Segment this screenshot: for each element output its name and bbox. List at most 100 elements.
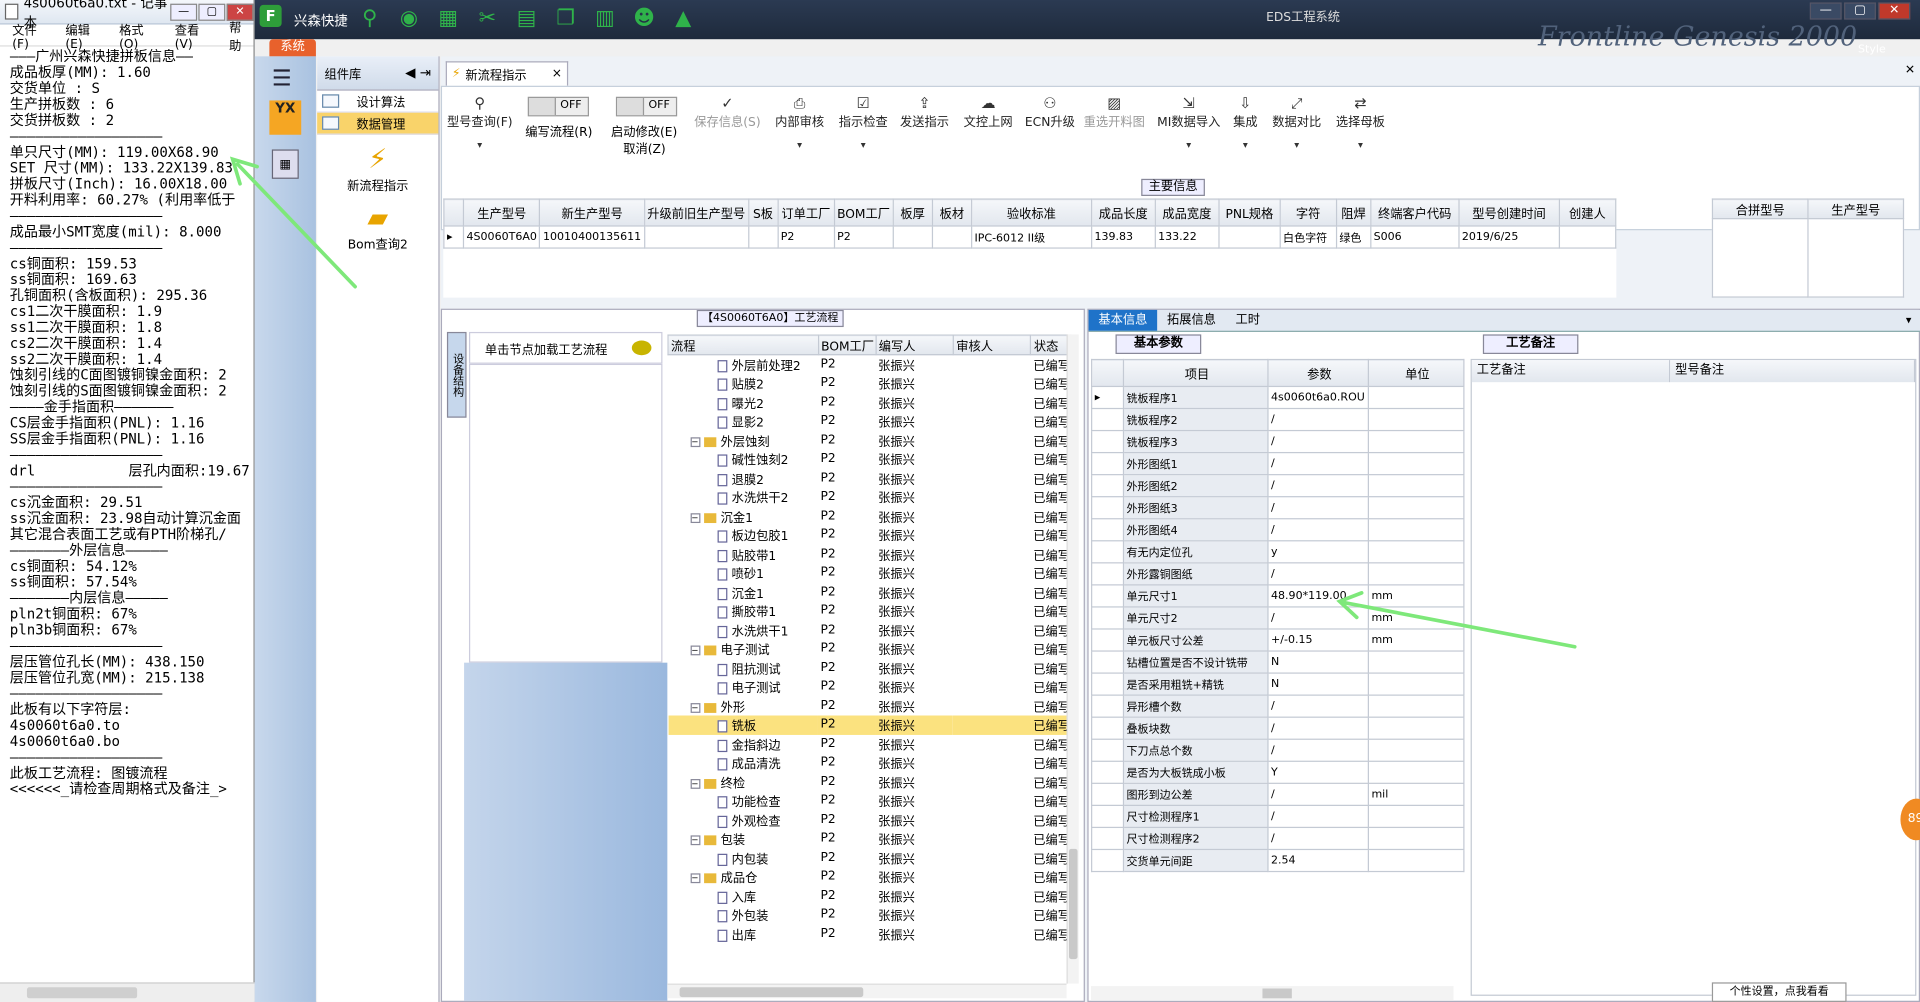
- flow-row[interactable]: − 沉金1 P2 张振兴 已编写: [668, 506, 1071, 525]
- param-row[interactable]: 单元板尺寸公差 +/-0.15 mm: [1091, 628, 1465, 652]
- col-writer[interactable]: 编写人: [875, 334, 954, 356]
- flow-row[interactable]: − 电子测试 P2 张振兴 已编写: [668, 639, 1071, 658]
- flow-row[interactable]: 出库 P2 张振兴 已编写: [668, 924, 1071, 943]
- calculator-icon[interactable]: ▦: [271, 149, 299, 179]
- param-value[interactable]: /: [1267, 694, 1369, 718]
- notepad-hscroll[interactable]: [0, 982, 255, 1002]
- grid-icon[interactable]: ▦: [433, 5, 462, 32]
- chevron-down-icon[interactable]: ▾: [1896, 310, 1920, 331]
- param-row[interactable]: 有无内定位孔 y: [1091, 540, 1465, 564]
- expand-icon[interactable]: −: [690, 873, 700, 884]
- param-value[interactable]: N: [1267, 672, 1369, 696]
- col-process-notes[interactable]: 工艺备注: [1471, 360, 1671, 383]
- param-row[interactable]: 单元尺寸2/mm: [1091, 606, 1465, 630]
- param-value[interactable]: /: [1267, 429, 1369, 454]
- reselect-cutting-button[interactable]: ▨ 重选开料图: [1084, 94, 1145, 130]
- param-value[interactable]: 2.54: [1267, 848, 1369, 873]
- main-info-cell[interactable]: P2: [833, 225, 894, 249]
- param-value[interactable]: +/-0.15: [1267, 628, 1369, 652]
- chart-icon[interactable]: ▲: [669, 5, 698, 32]
- col-param[interactable]: 参数: [1267, 358, 1369, 388]
- flow-row[interactable]: 入库 P2 张振兴 已编写: [668, 886, 1071, 905]
- cancel-button[interactable]: 取消(Z): [623, 138, 665, 156]
- main-info-col[interactable]: 字符: [1279, 198, 1337, 227]
- menu-edit[interactable]: 编辑(E): [65, 19, 107, 51]
- param-value[interactable]: /: [1267, 804, 1369, 829]
- main-info-col[interactable]: 型号创建时间: [1458, 198, 1560, 227]
- hamburger-icon[interactable]: ☰: [272, 66, 292, 92]
- main-info-col[interactable]: 板厚: [892, 198, 933, 227]
- table-row[interactable]: ▸ 4S0060T6A0 10010400135611 P2 P2 IPC-6012 II…: [443, 225, 1617, 249]
- flow-row[interactable]: 退膜2 P2 张振兴 已编写: [668, 469, 1071, 488]
- param-row[interactable]: 铣板程序3/: [1091, 429, 1465, 454]
- main-info-cell[interactable]: [892, 225, 933, 249]
- col-production-model[interactable]: 生产型号: [1807, 198, 1905, 220]
- yx-badge-icon[interactable]: YX: [269, 100, 302, 135]
- menu-file[interactable]: 文件(F): [12, 19, 53, 51]
- flow-row[interactable]: 撕胶带1 P2 张振兴 已编写: [668, 601, 1071, 620]
- flow-row[interactable]: 阻抗测试 P2 张振兴 已编写: [668, 658, 1071, 677]
- param-row[interactable]: 是否为大板铣成小板 Y: [1091, 760, 1465, 784]
- main-info-col[interactable]: 板材: [931, 198, 973, 227]
- expand-icon[interactable]: −: [690, 512, 700, 523]
- main-info-cell[interactable]: [1558, 225, 1617, 249]
- main-info-col[interactable]: 生产型号: [462, 198, 541, 227]
- main-info-col[interactable]: S板: [747, 198, 779, 227]
- select-master-button[interactable]: ⇄ 选择母板 ▾: [1336, 94, 1385, 150]
- param-row[interactable]: 外形图纸3/: [1091, 496, 1465, 520]
- flow-row[interactable]: − 包装 P2 张振兴 已编写: [668, 829, 1071, 848]
- tab-basic-info[interactable]: 基本信息: [1088, 309, 1158, 331]
- param-value[interactable]: /: [1267, 407, 1369, 432]
- col-unit[interactable]: 单位: [1367, 358, 1465, 388]
- param-row[interactable]: 叠板块数 /: [1091, 716, 1465, 740]
- col-item[interactable]: 项目: [1122, 358, 1269, 388]
- param-value[interactable]: N: [1267, 650, 1369, 674]
- app-minimize-button[interactable]: —: [1809, 2, 1842, 20]
- param-value[interactable]: /: [1267, 716, 1369, 740]
- collapse-icon[interactable]: ◀ ⇥: [405, 65, 431, 81]
- param-row[interactable]: 交货单元间距 2.54: [1091, 848, 1465, 873]
- col-bom-factory[interactable]: BOM工厂: [817, 334, 877, 356]
- expand-icon[interactable]: −: [690, 436, 700, 447]
- col-reviewer[interactable]: 审核人: [952, 334, 1032, 356]
- param-row[interactable]: 铣板程序2/: [1091, 407, 1465, 432]
- flow-row[interactable]: 喷砂1 P2 张振兴 已编写: [668, 563, 1071, 582]
- menu-format[interactable]: 格式(O): [119, 19, 162, 51]
- main-info-cell[interactable]: [931, 225, 973, 249]
- model-query-button[interactable]: ⚲ 型号查询(F) ▾: [447, 94, 513, 150]
- col-status[interactable]: 状态: [1030, 334, 1072, 356]
- param-value[interactable]: Y: [1267, 760, 1369, 784]
- library-item-data-management[interactable]: 数据管理: [317, 112, 439, 135]
- param-value[interactable]: 48.90*119.00: [1267, 584, 1369, 608]
- param-row[interactable]: 钻槽位置是否不设计铣带 N: [1091, 650, 1465, 674]
- main-info-col[interactable]: 终端客户代码: [1369, 198, 1460, 227]
- param-row[interactable]: 异形槽个数 /: [1091, 694, 1465, 718]
- param-row[interactable]: ▸ 铣板程序1 4s0060t6a0.ROU: [1091, 385, 1465, 410]
- flow-row[interactable]: 碱性蚀刻2 P2 张振兴 已编写: [668, 450, 1071, 469]
- main-info-col[interactable]: 升级前旧生产型号: [643, 198, 749, 227]
- expand-icon[interactable]: −: [690, 778, 700, 789]
- library-item-design-algorithm[interactable]: 设计算法: [317, 91, 439, 113]
- param-value[interactable]: /: [1267, 826, 1369, 851]
- flow-row[interactable]: 沉金1 P2 张振兴 已编写: [668, 582, 1071, 601]
- flow-row[interactable]: 电子测试 P2 张振兴 已编写: [668, 677, 1071, 696]
- tab-new-flow[interactable]: ⚡ 新流程指示 ×: [445, 61, 569, 86]
- flow-row[interactable]: 外层前处理2 P2 张振兴 已编写: [668, 355, 1071, 374]
- load-flow-header[interactable]: 单击节点加载工艺流程: [468, 331, 663, 364]
- param-value[interactable]: /: [1267, 474, 1369, 498]
- flow-vscroll[interactable]: [1066, 334, 1079, 984]
- internal-audit-button[interactable]: ⎙ 内部审核 ▾: [775, 94, 824, 150]
- main-info-col[interactable]: 验收标准: [970, 198, 1093, 227]
- param-value[interactable]: /: [1267, 562, 1369, 586]
- start-edit-toggle[interactable]: OFF: [615, 96, 678, 117]
- write-flow-toggle[interactable]: OFF: [527, 96, 589, 117]
- data-compare-button[interactable]: ⤢ 数据对比 ▾: [1272, 94, 1321, 150]
- integrate-button[interactable]: ⇩ 集成 ▾: [1233, 94, 1257, 150]
- param-value[interactable]: 4s0060t6a0.ROU: [1267, 385, 1369, 410]
- flow-row[interactable]: − 终检 P2 张振兴 已编写: [668, 772, 1071, 791]
- main-info-cell[interactable]: [1218, 225, 1281, 249]
- param-row[interactable]: 外形图纸4/: [1091, 518, 1465, 542]
- expand-icon[interactable]: −: [690, 645, 700, 656]
- tab-close-icon[interactable]: ×: [552, 67, 562, 80]
- main-info-col[interactable]: 成品长度: [1090, 198, 1156, 227]
